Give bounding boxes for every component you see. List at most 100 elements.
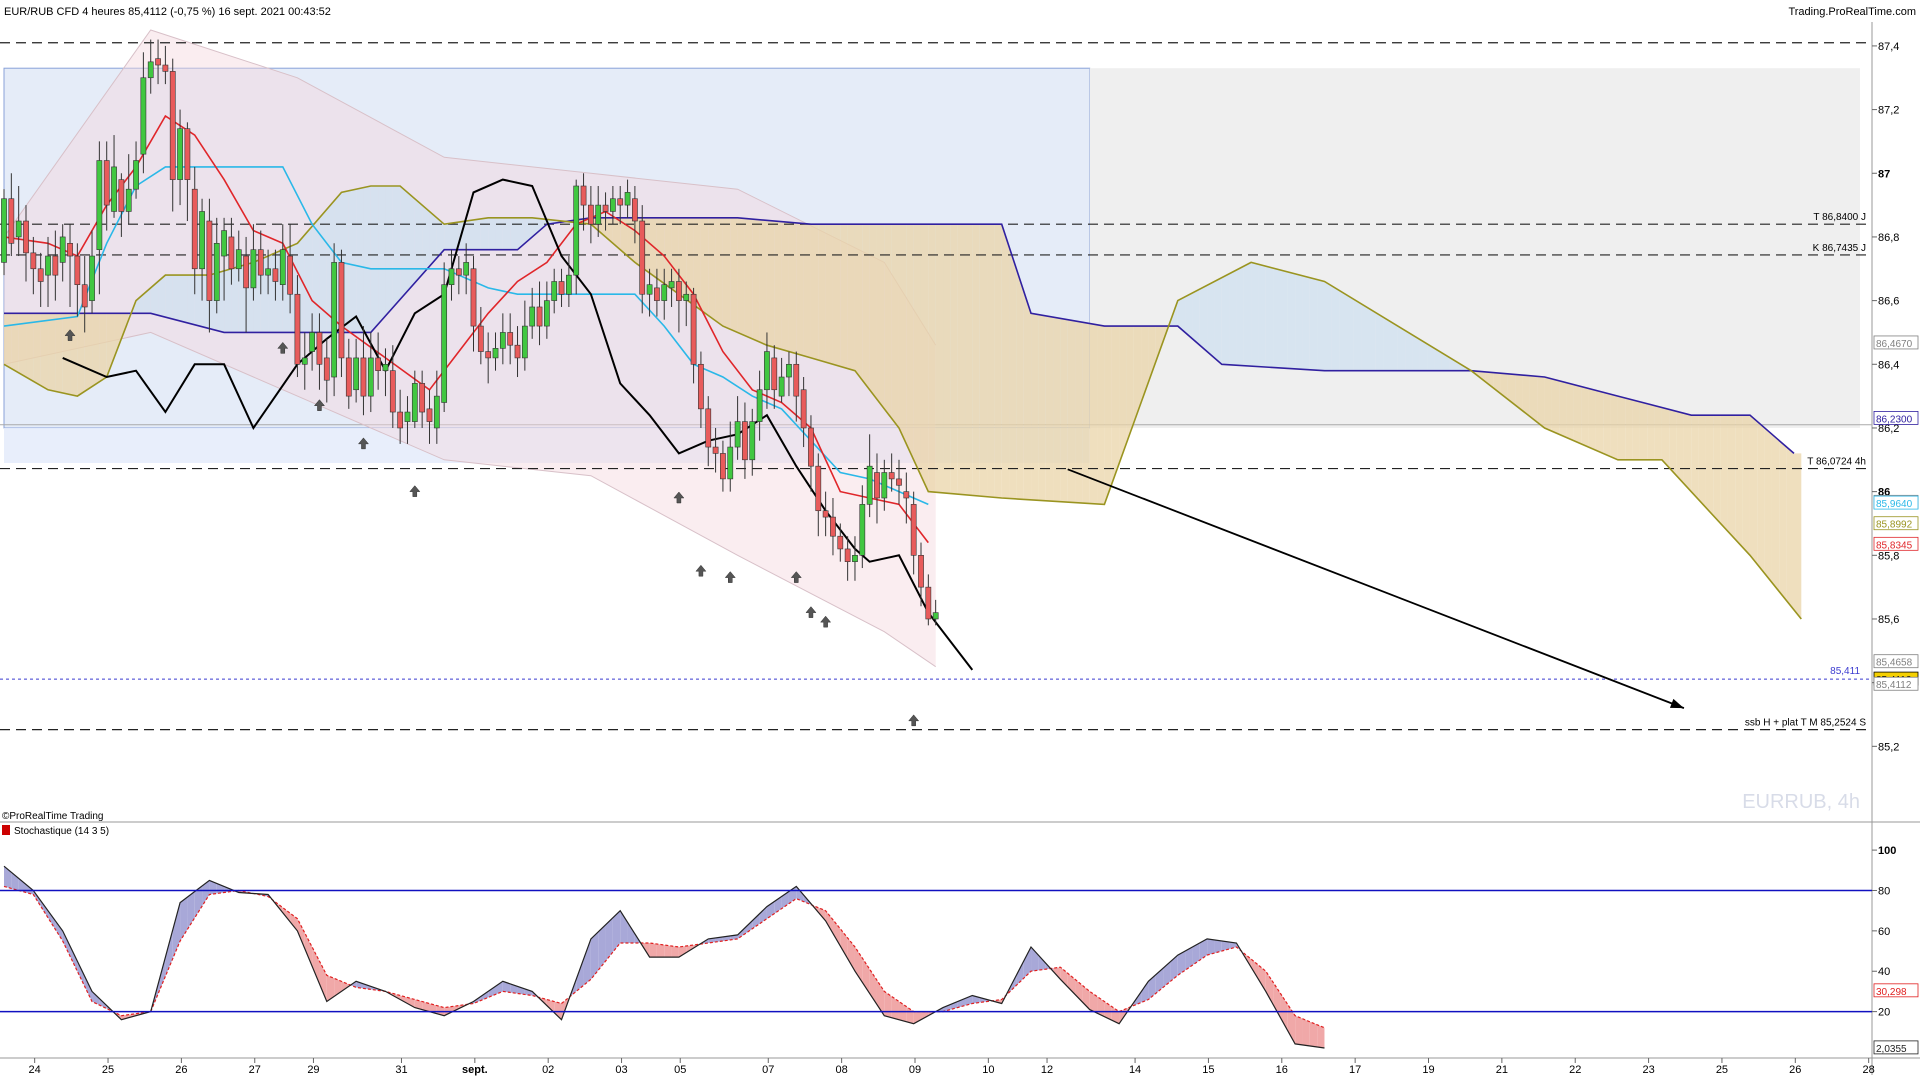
candle-bull[interactable] — [331, 262, 337, 378]
candle-bull[interactable] — [221, 230, 227, 257]
candle-bull[interactable] — [859, 504, 866, 556]
candle-bear[interactable] — [690, 293, 697, 365]
candle-bear[interactable] — [470, 268, 477, 327]
candle-bear[interactable] — [455, 268, 462, 276]
candle-bear[interactable] — [793, 363, 800, 397]
candle-bear[interactable] — [191, 188, 198, 270]
stoch-panel[interactable] — [0, 823, 1872, 1075]
source-label[interactable]: Trading.ProRealTime.com — [1788, 6, 1916, 18]
candle-bear[interactable] — [837, 535, 844, 550]
candle-bull[interactable] — [367, 357, 374, 397]
candle-bear[interactable] — [896, 478, 902, 486]
candle-bear[interactable] — [632, 198, 638, 222]
candle-bear[interactable] — [74, 255, 81, 285]
candle-bull[interactable] — [778, 376, 785, 397]
candle-bull[interactable] — [756, 389, 763, 422]
candle-bear[interactable] — [67, 243, 73, 257]
candle-bear[interactable] — [888, 472, 895, 480]
candle-bear[interactable] — [360, 357, 367, 397]
candle-bull[interactable] — [499, 332, 506, 349]
candle-bull[interactable] — [15, 220, 22, 238]
candle-bull[interactable] — [866, 465, 873, 505]
candle-bull[interactable] — [125, 188, 132, 212]
candle-bear[interactable] — [389, 370, 396, 413]
candle-bear[interactable] — [800, 389, 807, 429]
candle-bear[interactable] — [37, 268, 44, 282]
candle-bear[interactable] — [206, 220, 213, 301]
candle-bear[interactable] — [874, 472, 880, 499]
candle-bear[interactable] — [155, 58, 161, 66]
candle-bear[interactable] — [477, 325, 484, 352]
candle-bull[interactable] — [199, 211, 205, 270]
candle-bull[interactable] — [764, 351, 770, 391]
candle-bear[interactable] — [705, 408, 712, 448]
candle-bull[interactable] — [734, 421, 741, 448]
candle-bull[interactable] — [301, 357, 308, 365]
candle-bear[interactable] — [918, 555, 924, 588]
candle-bull[interactable] — [646, 284, 653, 295]
candle-bear[interactable] — [345, 357, 352, 397]
candle-bear[interactable] — [52, 255, 59, 276]
candle-bear[interactable] — [169, 71, 176, 180]
candle-bear[interactable] — [272, 268, 279, 282]
candle-bull[interactable] — [265, 268, 271, 276]
candle-bear[interactable] — [602, 204, 609, 212]
candle-bear[interactable] — [30, 252, 37, 270]
candle-bull[interactable] — [433, 395, 440, 429]
candle-bull[interactable] — [279, 249, 286, 285]
candle-bear[interactable] — [910, 504, 917, 556]
candle-bull[interactable] — [59, 236, 66, 263]
candle-bull[interactable] — [566, 274, 572, 295]
candle-bear[interactable] — [375, 357, 382, 371]
candle-bull[interactable] — [624, 192, 631, 206]
candle-bull[interactable] — [411, 383, 418, 422]
candle-bull[interactable] — [543, 300, 550, 327]
candle-bull[interactable] — [529, 306, 536, 327]
candle-bull[interactable] — [448, 268, 455, 285]
candle-bull[interactable] — [573, 185, 580, 276]
candle-bear[interactable] — [536, 306, 543, 327]
candle-bear[interactable] — [118, 179, 125, 212]
candle-bear[interactable] — [419, 383, 426, 413]
candle-bear[interactable] — [323, 357, 330, 381]
candle-bull[interactable] — [353, 357, 359, 391]
candle-bear[interactable] — [287, 255, 293, 295]
candle-bear[interactable] — [184, 128, 191, 180]
candle-bull[interactable] — [177, 128, 183, 180]
candle-bear[interactable] — [588, 204, 594, 225]
candle-bull[interactable] — [661, 284, 668, 301]
candle-bull[interactable] — [111, 166, 117, 212]
candle-bear[interactable] — [822, 510, 829, 518]
candle-bear[interactable] — [426, 408, 433, 422]
candle-bull[interactable] — [404, 411, 411, 422]
candle-bear[interactable] — [8, 198, 15, 244]
candle-bear[interactable] — [507, 332, 514, 346]
candle-bear[interactable] — [676, 281, 682, 301]
candle-bull[interactable] — [382, 363, 389, 371]
candle-bull[interactable] — [610, 198, 616, 212]
candle-bull[interactable] — [309, 332, 315, 352]
candle-bear[interactable] — [485, 351, 492, 359]
candle-bear[interactable] — [338, 262, 345, 359]
candle-bull[interactable] — [235, 249, 242, 270]
candle-bear[interactable] — [294, 293, 301, 365]
candle-bull[interactable] — [881, 472, 888, 499]
candle-bull[interactable] — [45, 255, 51, 276]
candle-bull[interactable] — [668, 281, 675, 289]
candle-bear[interactable] — [844, 548, 851, 562]
candle-bear[interactable] — [617, 198, 624, 206]
candle-bear[interactable] — [771, 357, 778, 391]
candle-bear[interactable] — [654, 287, 660, 301]
candle-bull[interactable] — [727, 446, 734, 480]
candle-bull[interactable] — [852, 555, 858, 562]
candle-bear[interactable] — [580, 185, 587, 206]
candle-bear[interactable] — [712, 446, 719, 454]
candle-bear[interactable] — [639, 220, 646, 295]
candle-bear[interactable] — [830, 516, 836, 537]
candle-bull[interactable] — [213, 243, 220, 301]
candle-bear[interactable] — [81, 284, 88, 308]
candle-bear[interactable] — [162, 64, 169, 72]
candle-bull[interactable] — [250, 249, 257, 289]
candle-bear[interactable] — [103, 160, 110, 206]
candle-bull[interactable] — [147, 61, 154, 79]
